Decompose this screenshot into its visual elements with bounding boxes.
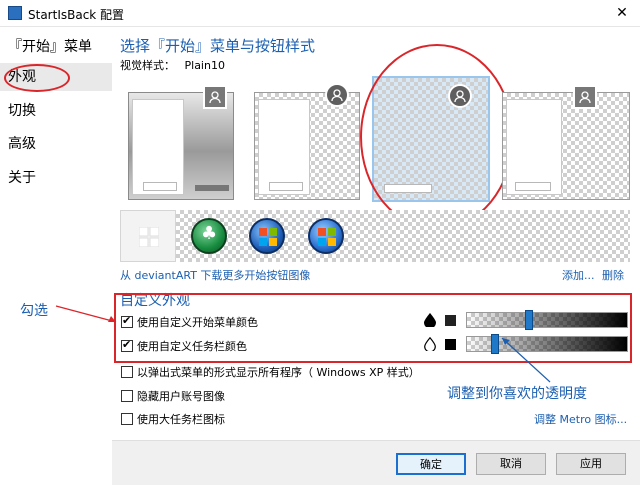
page-title: 选择『开始』菜单与按钮样式 bbox=[120, 37, 316, 55]
large-taskbar-icons-checkbox[interactable] bbox=[121, 413, 133, 425]
annotation-check-hint: 勾选 bbox=[20, 303, 48, 319]
xp-style-programs-checkbox[interactable] bbox=[121, 366, 133, 378]
delete-link[interactable]: 删除 bbox=[602, 267, 624, 283]
custom-menu-color-checkbox[interactable] bbox=[121, 314, 133, 328]
style-thumbnail-2[interactable] bbox=[254, 83, 360, 200]
style-thumbnail-3-selected[interactable] bbox=[372, 76, 490, 202]
app-icon bbox=[8, 6, 22, 20]
visual-style-value[interactable]: Plain10 bbox=[185, 59, 225, 72]
menu-opacity-slider[interactable] bbox=[466, 310, 628, 330]
windows-flag-icon bbox=[259, 228, 277, 246]
search-preview bbox=[143, 182, 177, 191]
hide-user-picture-label: 隐藏用户账号图像 bbox=[137, 390, 225, 403]
start-button-strip: ♣ bbox=[120, 210, 630, 262]
search-preview bbox=[515, 182, 551, 191]
visual-style-row: 视觉样式： Plain10 bbox=[120, 57, 225, 73]
visual-style-label: 视觉样式： bbox=[120, 59, 175, 72]
annotation-arrow-opacity-icon bbox=[501, 337, 551, 383]
orb-vista-icon[interactable] bbox=[308, 218, 344, 254]
annotation-arrow-check-icon bbox=[55, 305, 117, 323]
sidebar-item-switch[interactable]: 切换 bbox=[0, 97, 112, 125]
menu-color-swatch[interactable] bbox=[445, 315, 456, 326]
menu-preview-bar bbox=[195, 185, 229, 191]
menu-preview bbox=[132, 99, 184, 195]
apply-button[interactable]: 应用 bbox=[556, 453, 626, 475]
style-thumbnail-4[interactable] bbox=[502, 85, 630, 200]
search-preview bbox=[269, 182, 303, 191]
xp-style-programs-label: 以弹出式菜单的形式显示所有程序（ Windows XP 样式） bbox=[137, 366, 420, 379]
sidebar: 『开始』菜单 外观 切换 高级 关于 bbox=[0, 27, 112, 484]
user-avatar-icon bbox=[448, 84, 472, 108]
custom-menu-color-label: 使用自定义开始菜单颜色 bbox=[137, 316, 258, 329]
windows-logo-icon bbox=[139, 227, 159, 247]
custom-taskbar-color-label: 使用自定义任务栏颜色 bbox=[137, 340, 247, 353]
sidebar-item-start-menu[interactable]: 『开始』菜单 bbox=[0, 33, 112, 61]
sidebar-item-about[interactable]: 关于 bbox=[0, 164, 112, 192]
ok-button[interactable]: 确定 bbox=[396, 453, 466, 475]
opacity-drop-outline-icon bbox=[424, 337, 436, 351]
custom-appearance-title: 自定义外观 bbox=[120, 293, 190, 309]
user-avatar-icon bbox=[203, 85, 227, 109]
search-preview bbox=[384, 184, 432, 193]
close-button[interactable]: ✕ bbox=[604, 0, 640, 26]
user-avatar-icon bbox=[573, 85, 597, 109]
menu-preview bbox=[258, 99, 310, 195]
annotation-opacity-hint: 调整到你喜欢的透明度 bbox=[447, 386, 587, 402]
add-link[interactable]: 添加... bbox=[562, 267, 595, 283]
opacity-drop-filled-icon bbox=[424, 313, 436, 327]
orb-clover-icon[interactable]: ♣ bbox=[191, 218, 227, 254]
taskbar-color-swatch[interactable] bbox=[445, 339, 456, 350]
sidebar-item-advanced[interactable]: 高级 bbox=[0, 130, 112, 158]
cancel-button[interactable]: 取消 bbox=[476, 453, 546, 475]
large-taskbar-icons-label: 使用大任务栏图标 bbox=[137, 413, 225, 426]
custom-taskbar-color-checkbox[interactable] bbox=[121, 338, 133, 352]
hide-user-picture-checkbox[interactable] bbox=[121, 390, 133, 402]
adjust-metro-icons-link[interactable]: 调整 Metro 图标... bbox=[534, 411, 627, 427]
sidebar-item-appearance[interactable]: 外观 bbox=[0, 63, 112, 91]
user-avatar-icon bbox=[325, 83, 349, 107]
menu-preview bbox=[506, 99, 562, 195]
windows-flag-icon bbox=[318, 228, 336, 246]
download-more-link[interactable]: 从 deviantART 下载更多开始按钮图像 bbox=[120, 267, 310, 283]
menu-opacity-thumb[interactable] bbox=[525, 310, 533, 330]
style-thumbnail-1[interactable] bbox=[128, 85, 234, 200]
orb-windows7-icon[interactable] bbox=[249, 218, 285, 254]
window-title: StartIsBack 配置 bbox=[28, 8, 125, 22]
title-bar: StartIsBack 配置 ✕ bbox=[0, 0, 640, 27]
orb-windows10-tile[interactable] bbox=[120, 210, 176, 262]
